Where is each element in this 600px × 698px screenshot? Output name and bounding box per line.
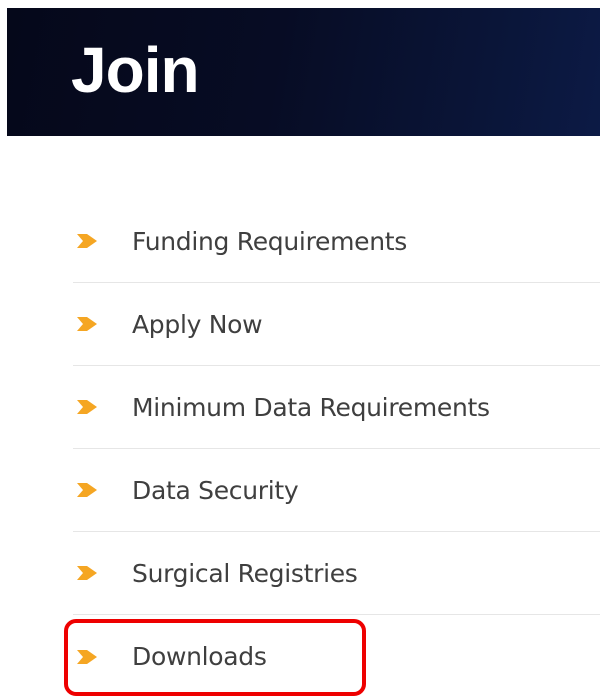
arrow-right-icon: [77, 483, 97, 497]
nav-item-label: Data Security: [132, 475, 299, 505]
page: Join Funding Requirements Apply Now Mini…: [0, 0, 600, 698]
nav-item-downloads[interactable]: Downloads: [73, 615, 600, 698]
arrow-right-icon: [77, 317, 97, 331]
nav-item-label: Funding Requirements: [132, 226, 407, 256]
arrow-right-icon: [77, 649, 97, 664]
page-title: Join: [71, 34, 200, 106]
nav-item-label: Surgical Registries: [132, 558, 358, 588]
nav-item-funding-requirements[interactable]: Funding Requirements: [73, 200, 600, 283]
join-nav-list: Funding Requirements Apply Now Minimum D…: [73, 200, 600, 698]
arrow-right-icon: [77, 400, 97, 414]
nav-item-data-security[interactable]: Data Security: [73, 449, 600, 532]
nav-item-minimum-data-requirements[interactable]: Minimum Data Requirements: [73, 366, 600, 449]
arrow-right-icon: [77, 234, 97, 248]
arrow-right-icon: [77, 566, 97, 580]
nav-item-label: Apply Now: [132, 309, 263, 339]
nav-item-apply-now[interactable]: Apply Now: [73, 283, 600, 366]
page-header-banner: Join: [7, 8, 600, 136]
nav-item-label: Minimum Data Requirements: [132, 392, 490, 422]
nav-item-surgical-registries[interactable]: Surgical Registries: [73, 532, 600, 615]
nav-item-label: Downloads: [132, 642, 267, 671]
